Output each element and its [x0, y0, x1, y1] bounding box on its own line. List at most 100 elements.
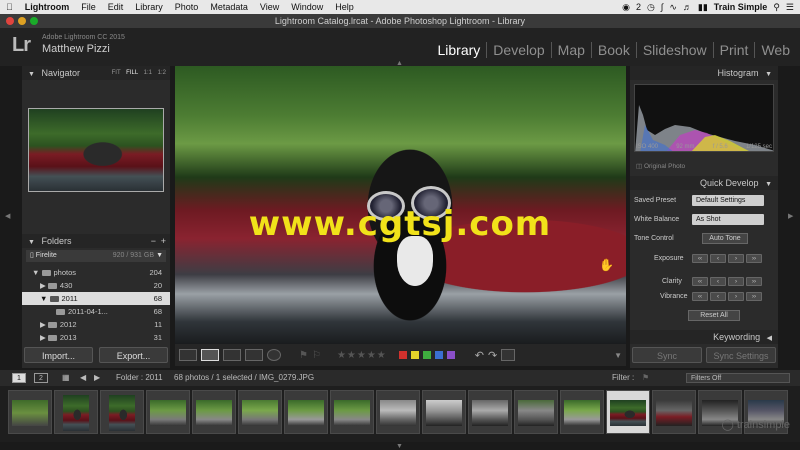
vibrance-large-increase[interactable]: ›› [746, 292, 762, 301]
module-library[interactable]: Library [432, 42, 487, 58]
histogram-graph[interactable] [634, 84, 774, 152]
grid-icon[interactable]: ▦ [62, 370, 70, 386]
filmstrip-thumb[interactable] [100, 390, 144, 434]
zoom-1-1[interactable]: 1:1 [144, 70, 152, 76]
filmstrip-info[interactable]: 68 photos / 1 selected / IMG_0279.JPG [174, 370, 314, 386]
expand-triangle-icon[interactable]: ▼ [40, 294, 50, 303]
main-window-button[interactable]: 1 [12, 373, 26, 383]
exposure-large-decrease[interactable]: ‹‹ [692, 254, 708, 263]
filter-flag-icon[interactable]: ⚑ [642, 370, 649, 386]
module-print[interactable]: Print [712, 42, 755, 58]
menu-file[interactable]: File [75, 2, 102, 12]
auto-tone-button[interactable]: Auto Tone [702, 233, 748, 244]
keywording-header[interactable]: Keywording ◀ [630, 330, 778, 344]
exposure-decrease[interactable]: ‹ [710, 254, 726, 263]
crop-overlay-icon[interactable] [501, 349, 516, 361]
left-panel-toggle-icon[interactable]: ◀ [5, 212, 10, 220]
secondary-window-button[interactable]: 2 [34, 373, 48, 383]
menu-photo[interactable]: Photo [169, 2, 205, 12]
label-red[interactable] [398, 351, 407, 359]
bottom-panel-toggle-icon[interactable]: ▼ [396, 443, 403, 450]
exposure-increase[interactable]: › [728, 254, 744, 263]
filmstrip-thumb[interactable] [560, 390, 604, 434]
battery-icon[interactable]: ▮▮ [698, 2, 708, 13]
clarity-large-increase[interactable]: ›› [746, 277, 762, 286]
close-window-icon[interactable] [6, 17, 14, 25]
label-blue[interactable] [434, 351, 443, 359]
sync-settings-button[interactable]: Sync Settings [706, 347, 776, 363]
menu-window[interactable]: Window [285, 2, 329, 12]
menu-metadata[interactable]: Metadata [204, 2, 254, 12]
expand-triangle-icon[interactable]: ▶ [40, 281, 48, 290]
minimize-window-icon[interactable] [18, 17, 26, 25]
filmstrip-thumb[interactable] [8, 390, 52, 434]
vibrance-increase[interactable]: › [728, 292, 744, 301]
filmstrip-thumb[interactable] [376, 390, 420, 434]
label-yellow[interactable] [410, 351, 419, 359]
exposure-large-increase[interactable]: ›› [746, 254, 762, 263]
menubar-user[interactable]: Train Simple [714, 2, 768, 12]
filmstrip-thumb[interactable] [284, 390, 328, 434]
filmstrip-thumb-selected[interactable] [606, 390, 650, 434]
zoom-fill[interactable]: FILL [126, 70, 138, 76]
volume-row[interactable]: ▯ Firelite 920 / 931 GB ▼ [26, 250, 166, 262]
reset-all-button[interactable]: Reset All [688, 310, 740, 321]
survey-view-icon[interactable] [245, 349, 263, 361]
folder-row-2012[interactable]: ▶ 2012 11 [22, 318, 170, 331]
histogram-header[interactable]: Histogram ▼ [630, 66, 778, 80]
folder-row-2013[interactable]: ▶ 2013 31 [22, 331, 170, 344]
expand-triangle-icon[interactable]: ▼ [32, 268, 42, 277]
folder-row-2011[interactable]: ▼ 2011 68 [22, 292, 170, 305]
toolbar-menu-icon[interactable]: ▼ [614, 351, 622, 360]
filmstrip-thumb[interactable] [468, 390, 512, 434]
clarity-increase[interactable]: › [728, 277, 744, 286]
forward-arrow-icon[interactable]: ▶ [94, 370, 100, 386]
navigator-header[interactable]: ▼ Navigator FIT FILL 1:1 1:2 [22, 66, 170, 80]
folder-row-photos[interactable]: ▼ photos 204 [22, 266, 170, 279]
reject-flag-icon[interactable]: ⚐ [312, 350, 321, 361]
grid-view-icon[interactable] [179, 349, 197, 361]
add-folder-icon[interactable]: + [161, 234, 166, 248]
filmstrip-thumb[interactable] [192, 390, 236, 434]
wifi-icon[interactable]: ∿ [669, 2, 677, 13]
zoom-fit[interactable]: FIT [112, 70, 121, 76]
filmstrip-thumb[interactable] [238, 390, 282, 434]
loupe-view-icon[interactable] [201, 349, 219, 361]
quick-develop-header[interactable]: Quick Develop ▼ [630, 176, 778, 190]
compare-view-icon[interactable] [223, 349, 241, 361]
filmstrip-thumb[interactable] [54, 390, 98, 434]
flag-icon[interactable]: ⚑ [299, 350, 308, 361]
menu-view[interactable]: View [254, 2, 285, 12]
notification-center-icon[interactable]: ☰ [786, 2, 794, 13]
import-button[interactable]: Import... [24, 347, 93, 363]
spotlight-icon[interactable]: ⚲ [773, 2, 780, 13]
rotate-right-icon[interactable]: ↷ [488, 349, 497, 362]
filmstrip-thumb[interactable] [652, 390, 696, 434]
filmstrip-thumb[interactable] [422, 390, 466, 434]
folder-row-430[interactable]: ▶ 430 20 [22, 279, 170, 292]
volume-icon[interactable]: ♬ [683, 2, 692, 12]
star-rating[interactable]: ★★★★★ [337, 350, 387, 361]
back-arrow-icon[interactable]: ◀ [80, 370, 86, 386]
volume-menu-icon[interactable]: ▼ [156, 250, 163, 262]
saved-preset-select[interactable]: Default Settings [692, 195, 764, 206]
module-slideshow[interactable]: Slideshow [635, 42, 713, 58]
module-develop[interactable]: Develop [486, 42, 550, 58]
folder-row-2011-04[interactable]: 2011-04-1... 68 [22, 305, 170, 318]
navigator-preview[interactable] [28, 108, 164, 192]
right-panel-toggle-icon[interactable]: ▶ [788, 212, 793, 220]
export-button[interactable]: Export... [99, 347, 168, 363]
filmstrip-source[interactable]: Folder : 2011 [116, 370, 163, 386]
label-green[interactable] [422, 351, 431, 359]
expand-triangle-icon[interactable]: ▶ [40, 320, 48, 329]
filmstrip-thumb[interactable] [146, 390, 190, 434]
folders-header[interactable]: ▼ Folders − + [22, 234, 170, 248]
menu-help[interactable]: Help [329, 2, 360, 12]
apple-menu-icon[interactable]:  [0, 2, 19, 12]
clarity-large-decrease[interactable]: ‹‹ [692, 277, 708, 286]
filter-preset-select[interactable]: Filters Off [686, 373, 790, 383]
module-web[interactable]: Web [754, 42, 796, 58]
clarity-decrease[interactable]: ‹ [710, 277, 726, 286]
remove-folder-icon[interactable]: − [151, 234, 156, 248]
expand-triangle-icon[interactable]: ▶ [40, 333, 48, 342]
